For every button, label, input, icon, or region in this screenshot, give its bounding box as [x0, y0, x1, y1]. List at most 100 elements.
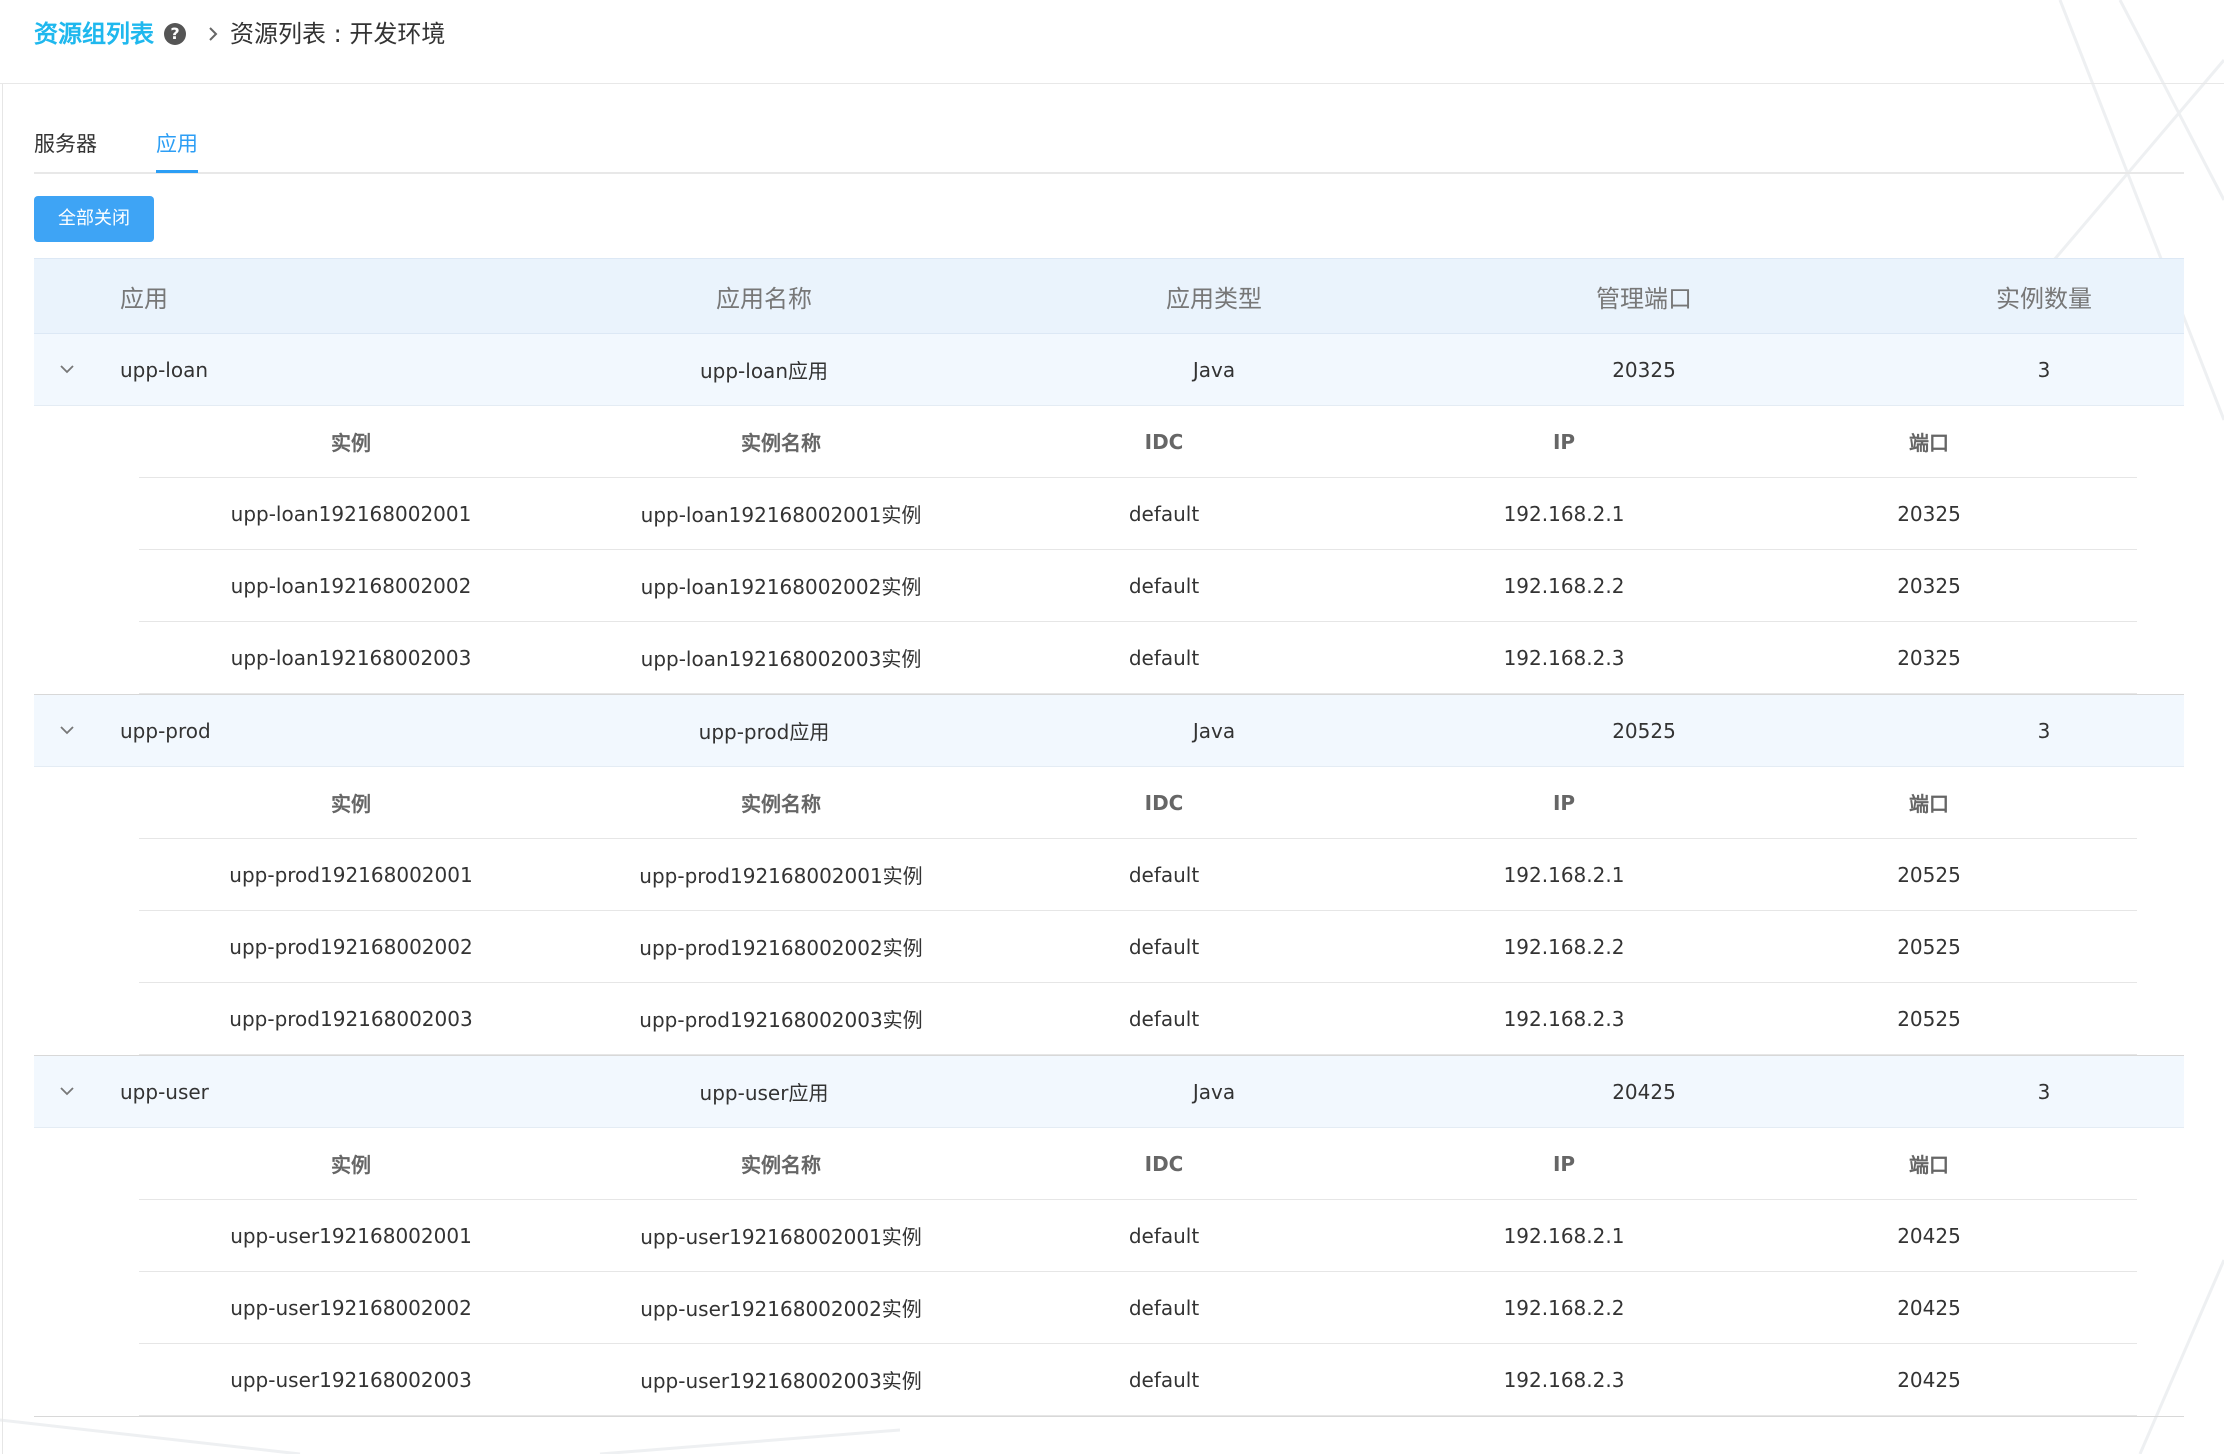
ip-cell: 192.168.2.3: [1503, 645, 1625, 670]
row-divider: [34, 1416, 2184, 1417]
instance-row: upp-prod192168002001 upp-prod19216800200…: [139, 839, 2137, 911]
idc-cell: default: [1128, 1006, 1200, 1031]
chevron-down-icon[interactable]: [58, 362, 76, 376]
instance-id-cell: upp-user192168002002: [230, 1295, 472, 1320]
instance-name-cell: upp-prod192168002002实例: [639, 936, 923, 960]
instance-name-cell: upp-user192168002001实例: [640, 1225, 922, 1249]
app-name-cell: upp-user应用: [699, 1081, 829, 1105]
column-header-instance: 实例: [331, 1153, 371, 1177]
close-all-button[interactable]: 全部关闭: [34, 196, 154, 242]
column-header-idc: IDC: [1144, 1151, 1184, 1176]
instance-row: upp-user192168002003 upp-user19216800200…: [139, 1344, 2137, 1416]
instance-row: upp-loan192168002001 upp-loan19216800200…: [139, 478, 2137, 550]
breadcrumb: 资源组列表 ? 资源列表 : 开发环境: [0, 0, 2224, 84]
ip-cell: 192.168.2.3: [1503, 1367, 1625, 1392]
ip-cell: 192.168.2.2: [1503, 573, 1625, 598]
idc-cell: default: [1128, 862, 1200, 887]
instance-count-cell: 3: [2037, 718, 2051, 743]
column-header-admin-port: 管理端口: [1596, 284, 1692, 313]
instance-name-cell: upp-loan192168002002实例: [640, 575, 922, 599]
instance-id-cell: upp-user192168002003: [230, 1367, 472, 1392]
app-type-cell: Java: [1192, 357, 1236, 382]
port-cell: 20425: [1897, 1223, 1961, 1248]
app-type-cell: Java: [1192, 1079, 1236, 1104]
column-header-instance: 实例: [331, 792, 371, 816]
tab-servers[interactable]: 服务器: [34, 128, 97, 160]
idc-cell: default: [1128, 1367, 1200, 1392]
idc-cell: default: [1128, 1295, 1200, 1320]
idc-cell: default: [1128, 1223, 1200, 1248]
port-cell: 20525: [1897, 1006, 1961, 1031]
column-header-instance-name: 实例名称: [741, 431, 821, 455]
column-header-ip: IP: [1552, 1151, 1576, 1176]
chevron-down-icon[interactable]: [58, 1084, 76, 1098]
port-cell: 20525: [1897, 862, 1961, 887]
tab-bar: 服务器 应用: [34, 128, 2184, 174]
column-header-app-name: 应用名称: [716, 284, 812, 313]
breadcrumb-root-link[interactable]: 资源组列表: [34, 16, 154, 52]
column-header-ip: IP: [1552, 790, 1576, 815]
instance-name-cell: upp-loan192168002001实例: [640, 503, 922, 527]
instance-row: upp-prod192168002003 upp-prod19216800200…: [139, 983, 2137, 1055]
column-header-instance-name: 实例名称: [741, 1153, 821, 1177]
table-row[interactable]: upp-user upp-user应用 Java 20425 3: [34, 1056, 2184, 1128]
ip-cell: 192.168.2.2: [1503, 1295, 1625, 1320]
column-header-idc: IDC: [1144, 790, 1184, 815]
ip-cell: 192.168.2.1: [1503, 1223, 1625, 1248]
port-cell: 20325: [1897, 501, 1961, 526]
instance-table-header: 实例 实例名称 IDC IP 端口: [139, 1128, 2137, 1200]
page: 资源组列表 ? 资源列表 : 开发环境 服务器 应用 全部关闭 应用 应用名称 …: [0, 0, 2224, 1454]
instance-id-cell: upp-prod192168002001: [229, 862, 473, 887]
instance-row: upp-user192168002002 upp-user19216800200…: [139, 1272, 2137, 1344]
port-cell: 20425: [1897, 1295, 1961, 1320]
column-header-port: 端口: [1909, 431, 1949, 455]
idc-cell: default: [1128, 934, 1200, 959]
idc-cell: default: [1128, 573, 1200, 598]
instance-table-header: 实例 实例名称 IDC IP 端口: [139, 767, 2137, 839]
app-name-cell: upp-loan应用: [699, 359, 828, 383]
instance-id-cell: upp-loan192168002002: [230, 573, 472, 598]
breadcrumb-current: 资源列表 : 开发环境: [230, 20, 446, 48]
table-header: 应用 应用名称 应用类型 管理端口 实例数量: [34, 258, 2184, 334]
table-row[interactable]: upp-prod upp-prod应用 Java 20525 3: [34, 695, 2184, 767]
port-cell: 20425: [1897, 1367, 1961, 1392]
column-header-port: 端口: [1909, 1153, 1949, 1177]
app-name-cell: upp-prod应用: [698, 720, 830, 744]
help-icon[interactable]: ?: [164, 23, 186, 45]
column-header-instance: 实例: [331, 431, 371, 455]
instance-name-cell: upp-prod192168002003实例: [639, 1008, 923, 1032]
instance-name-cell: upp-loan192168002003实例: [640, 647, 922, 671]
active-tab-indicator: [156, 170, 198, 173]
instance-table-header: 实例 实例名称 IDC IP 端口: [139, 406, 2137, 478]
apps-table: 应用 应用名称 应用类型 管理端口 实例数量 upp-loan upp-loan…: [34, 258, 2184, 1417]
table-row[interactable]: upp-loan upp-loan应用 Java 20325 3: [34, 334, 2184, 406]
instance-count-cell: 3: [2037, 1079, 2051, 1104]
idc-cell: default: [1128, 645, 1200, 670]
port-cell: 20325: [1897, 645, 1961, 670]
instance-id-cell: upp-loan192168002003: [230, 645, 472, 670]
instance-row: upp-user192168002001 upp-user19216800200…: [139, 1200, 2137, 1272]
port-cell: 20525: [1897, 934, 1961, 959]
instance-row: upp-loan192168002002 upp-loan19216800200…: [139, 550, 2137, 622]
chevron-down-icon[interactable]: [58, 723, 76, 737]
instance-row: upp-prod192168002002 upp-prod19216800200…: [139, 911, 2137, 983]
instance-count-cell: 3: [2037, 357, 2051, 382]
ip-cell: 192.168.2.3: [1503, 1006, 1625, 1031]
ip-cell: 192.168.2.1: [1503, 501, 1625, 526]
instance-table: 实例 实例名称 IDC IP 端口 upp-prod192168002001 u…: [139, 767, 2137, 1055]
column-header-instance-name: 实例名称: [741, 792, 821, 816]
instance-name-cell: upp-user192168002003实例: [640, 1369, 922, 1393]
column-header-app: 应用: [120, 284, 168, 313]
port-cell: 20325: [1897, 573, 1961, 598]
tab-apps[interactable]: 应用: [156, 128, 198, 160]
column-header-idc: IDC: [1144, 429, 1184, 454]
ip-cell: 192.168.2.1: [1503, 862, 1625, 887]
admin-port-cell: 20325: [1612, 357, 1676, 382]
instance-name-cell: upp-user192168002002实例: [640, 1297, 922, 1321]
ip-cell: 192.168.2.2: [1503, 934, 1625, 959]
app-type-cell: Java: [1192, 718, 1236, 743]
column-header-ip: IP: [1552, 429, 1576, 454]
column-header-app-type: 应用类型: [1166, 284, 1262, 313]
left-border: [2, 84, 3, 1454]
instance-id-cell: upp-user192168002001: [230, 1223, 472, 1248]
